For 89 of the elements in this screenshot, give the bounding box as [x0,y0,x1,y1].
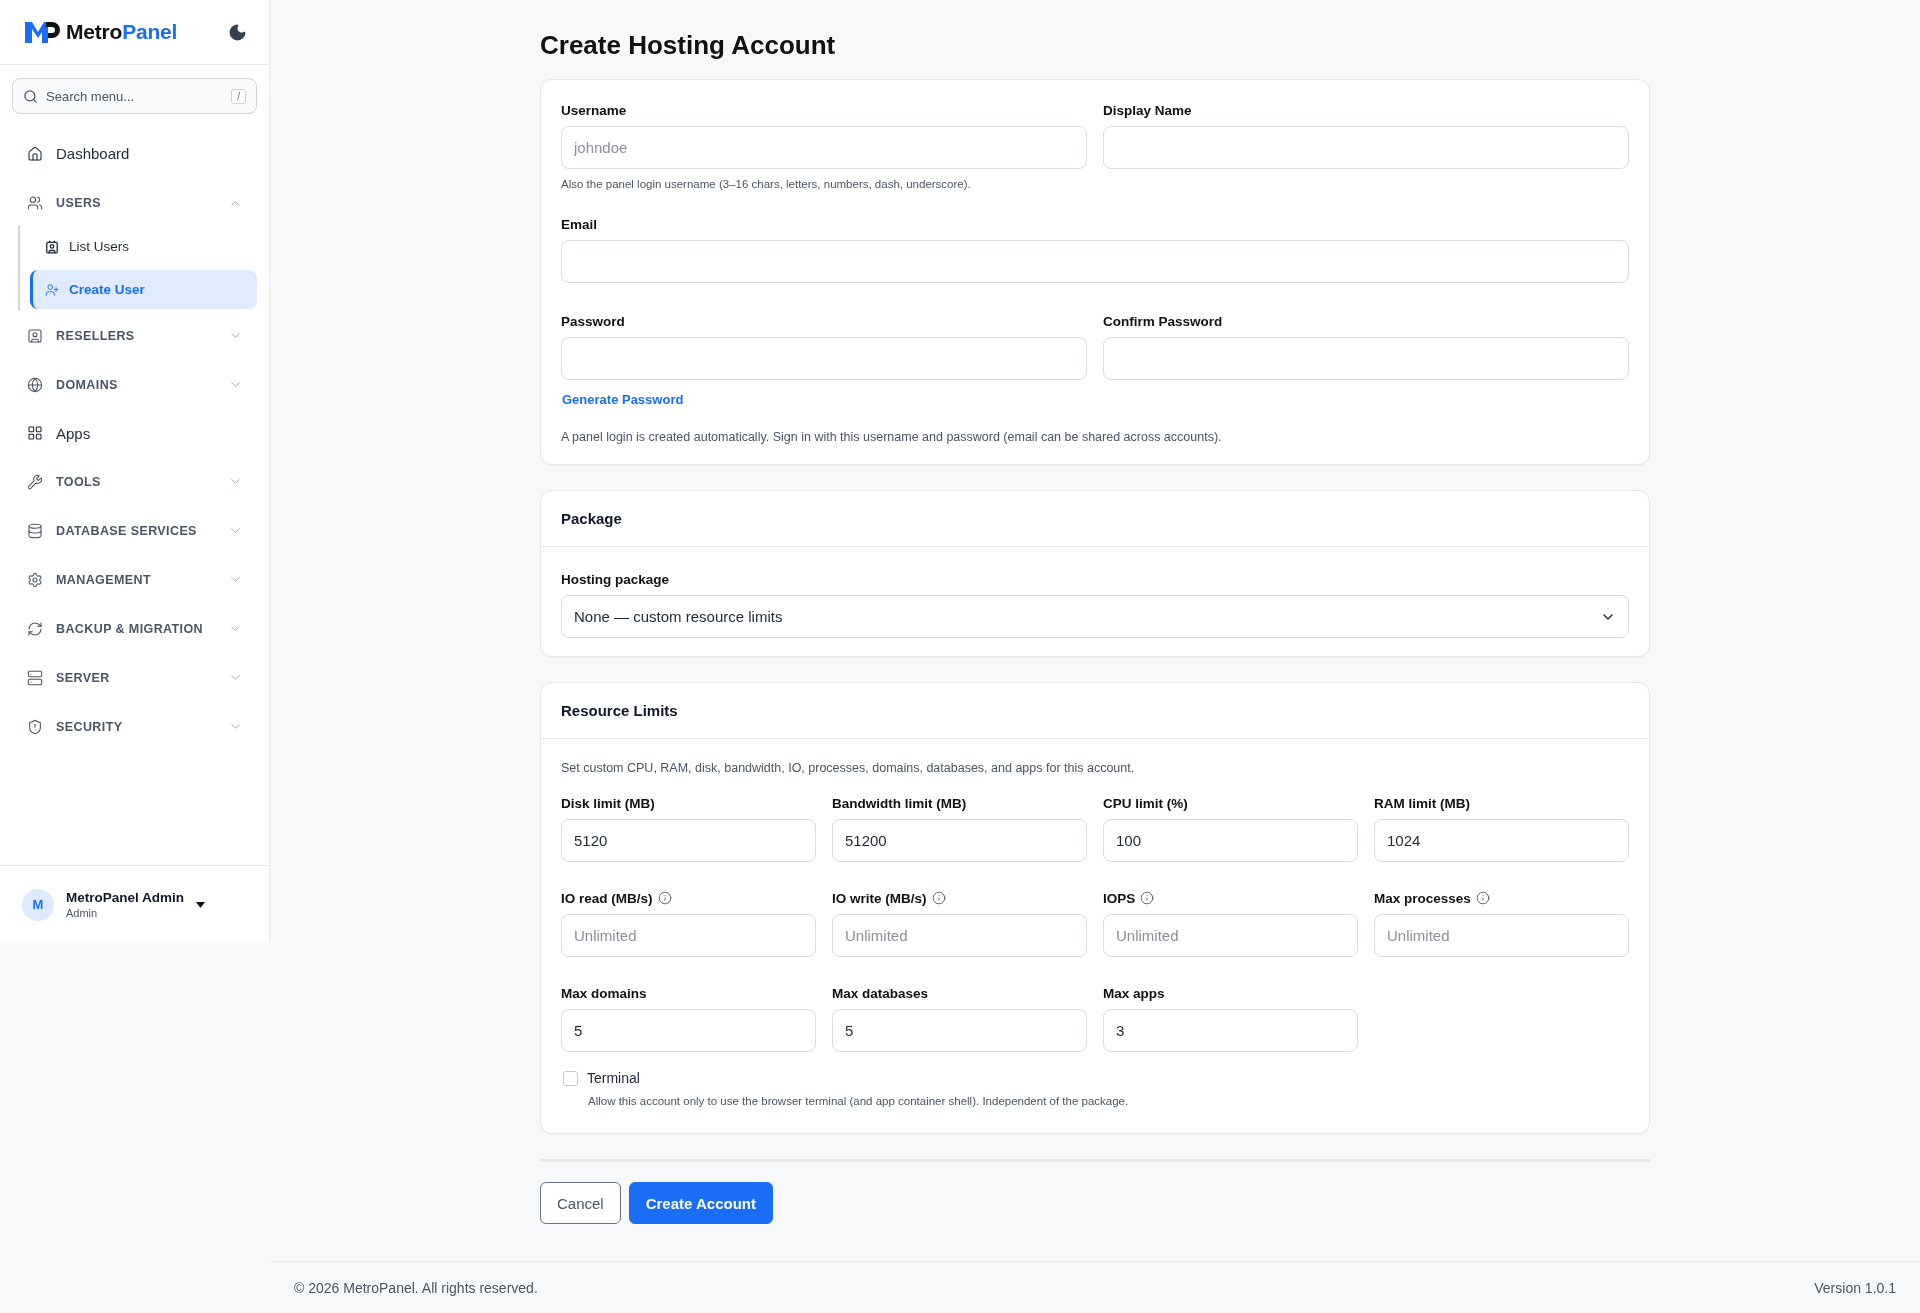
field-label: Disk limit (MB) [561,795,655,811]
nav-group[interactable]: USERS [12,181,257,225]
shield-icon [27,718,43,735]
input-field[interactable]: Unlimited [1103,914,1358,957]
version-text: Version 1.0.1 [1814,1279,1896,1296]
user-plus-icon [45,282,59,297]
input-field[interactable]: 51200 [832,819,1087,862]
field-label: Confirm Password [1103,313,1223,329]
copyright-text: © 2026 MetroPanel. All rights reserved. [294,1279,538,1296]
nav-group[interactable]: MANAGEMENT [12,555,257,604]
generate-password-link[interactable]: Generate Password [562,392,684,407]
input-field[interactable] [561,240,1629,283]
input-field[interactable]: johndoe [561,126,1087,169]
database-icon [27,522,43,539]
search-bar[interactable]: Search menu... / [12,78,257,114]
nav-item[interactable]: Apps [12,409,257,457]
field-label: Max databases [832,985,929,1001]
section-description: Set custom CPU, RAM, disk, bandwidth, IO, processes, domains, databases, and apps for this account. [561,761,1136,775]
nav-group[interactable]: BACKUP & MIGRATION [12,604,257,653]
field-label: RAM limit (MB) [1374,795,1470,811]
avatar: M [22,888,54,921]
field-label: Max processes [1374,890,1471,906]
input-field[interactable]: Unlimited [561,914,816,957]
theme-toggle-icon[interactable] [228,22,247,42]
input-field[interactable]: 5 [832,1009,1087,1052]
field-label: IOPS [1103,890,1136,906]
nav-group[interactable]: RESELLERS [12,311,257,360]
field-hint: Also the panel login username (3–16 chars, letters, numbers, dash, underscore). [561,178,972,190]
user-badge-icon [27,327,43,344]
info-icon[interactable] [1475,891,1490,905]
field-label: Bandwidth limit (MB) [832,795,967,811]
input-field[interactable] [561,337,1087,380]
search-icon [23,88,38,104]
info-icon[interactable] [657,891,672,905]
input-field[interactable]: 3 [1103,1009,1358,1052]
field-label: Hosting package [561,571,670,587]
nav-subitem[interactable]: List Users [30,227,257,266]
checkbox[interactable] [563,1070,578,1086]
field-label: Max domains [561,985,647,1001]
field-label: Display Name [1103,102,1192,118]
section-title: Package [541,491,1649,547]
checkbox-description: Allow this account only to use the browser terminal (and app container shell). Independent of the package. [588,1095,1130,1107]
input-field[interactable] [1103,337,1629,380]
input-field[interactable]: 1024 [1374,819,1629,862]
nav-group[interactable]: DATABASE SERVICES [12,506,257,555]
input-field[interactable]: 5120 [561,819,816,862]
input-field[interactable]: Unlimited [1374,914,1629,957]
logo-icon [24,19,60,45]
section-title: Resource Limits [541,683,1649,739]
field-label: IO write (MB/s) [832,890,927,906]
shortcut-key: / [231,88,246,104]
brand-name: MetroPanel [66,20,179,44]
nav-group[interactable]: SECURITY [12,702,257,751]
caret-icon[interactable] [196,901,205,908]
cancel-button[interactable]: Cancel [540,1182,621,1224]
info-icon[interactable] [931,891,946,905]
field-label: Password [561,313,625,329]
input-field[interactable] [1103,126,1629,169]
users-icon [27,195,43,211]
field-label: Username [561,102,627,118]
field-label: Max apps [1103,985,1165,1001]
input-field[interactable]: 100 [1103,819,1358,862]
grid-icon [27,425,43,441]
refresh-icon [27,620,43,637]
wrench-icon [27,473,43,490]
field-label: Email [561,216,598,232]
globe-icon [27,376,43,393]
field-label: CPU limit (%) [1103,795,1188,811]
checkbox-label: Terminal [587,1070,640,1086]
nav-subitem[interactable]: Create User [30,270,257,309]
nav-group[interactable]: DOMAINS [12,360,257,409]
search-field[interactable]: Search menu... [44,87,226,105]
input-field[interactable]: Unlimited [832,914,1087,957]
create-account-button[interactable]: Create Account [628,1182,773,1224]
login-note: A panel login is created automatically. Sign in with this username and password (email can be shared across accounts). [561,430,1223,444]
field-label: IO read (MB/s) [561,890,653,906]
package-select[interactable]: None — custom resource limits [561,595,1629,638]
nav-group[interactable]: SERVER [12,653,257,702]
user-name: MetroPanel Admin [66,890,184,905]
input-field[interactable]: 5 [561,1009,816,1052]
info-icon[interactable] [1140,891,1155,905]
nav-group[interactable]: TOOLS [12,457,257,506]
nav-item[interactable]: Dashboard [12,126,257,181]
gear-icon [27,571,43,588]
server-icon [27,669,43,686]
home-icon [27,145,43,162]
user-role: Admin [66,907,99,919]
user-list-icon [45,239,59,254]
page-title: Create Hosting Account [540,30,837,61]
